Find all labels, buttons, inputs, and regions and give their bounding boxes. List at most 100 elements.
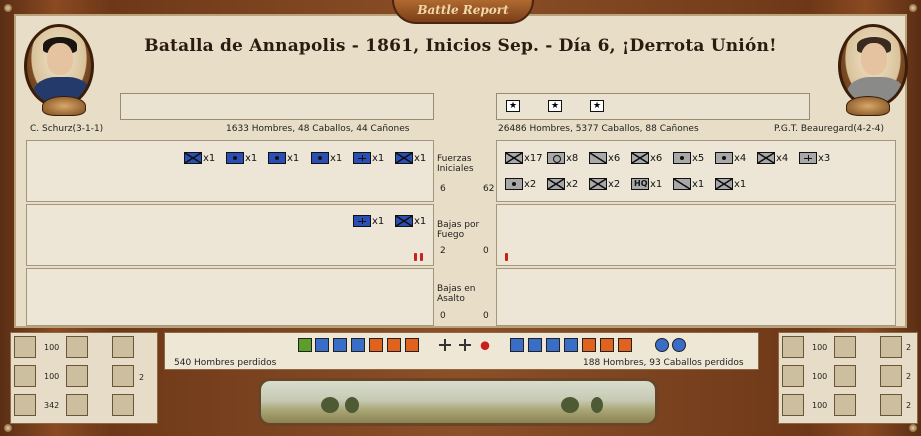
- cavalry-infantry-icon: [395, 215, 413, 227]
- union-fire-row: [26, 204, 434, 266]
- unit-counter[interactable]: x1: [226, 152, 257, 164]
- unit-counter[interactable]: x1: [715, 178, 746, 190]
- unit-counter[interactable]: x1: [184, 152, 215, 164]
- stat-value: 100: [812, 401, 828, 410]
- tactic-icon[interactable]: [582, 338, 596, 352]
- tree-icon: [591, 397, 603, 413]
- unit-count: x4: [734, 152, 747, 164]
- unit-counter[interactable]: x3: [799, 152, 830, 164]
- cavalry-icon: [673, 178, 691, 190]
- tactic-icon[interactable]: [333, 338, 347, 352]
- scale-icon: [458, 338, 472, 352]
- tactic-icon[interactable]: [510, 338, 524, 352]
- unit-counter[interactable]: x2: [547, 178, 578, 190]
- unit-portrait-icon[interactable]: [66, 336, 88, 358]
- dot-unit-icon: [673, 152, 691, 164]
- unit-counter[interactable]: x1: [673, 178, 704, 190]
- tactic-icon[interactable]: [528, 338, 542, 352]
- special-icon[interactable]: [655, 338, 669, 352]
- unit-counter[interactable]: x8: [547, 152, 578, 164]
- unit-portrait-icon[interactable]: [66, 394, 88, 416]
- unit-counter[interactable]: x5: [673, 152, 704, 164]
- unit-count: x2: [524, 178, 537, 190]
- unit-count: x1: [650, 178, 663, 190]
- unit-counter[interactable]: x6: [631, 152, 662, 164]
- confederate-initial-row: [496, 140, 896, 202]
- special-icon[interactable]: [672, 338, 686, 352]
- battlefield-landscape-image: [258, 378, 658, 426]
- infantry-icon: [715, 178, 733, 190]
- unit-counter[interactable]: x6: [589, 152, 620, 164]
- tactic-icon[interactable]: [600, 338, 614, 352]
- initial-union-value: 6: [440, 184, 446, 194]
- stat-value: 100: [44, 372, 60, 381]
- unit-counter[interactable]: x2: [505, 178, 536, 190]
- soldier-icon[interactable]: [880, 336, 902, 358]
- tactic-icon[interactable]: [315, 338, 329, 352]
- stat-value: 2: [906, 372, 912, 381]
- soldier-icon[interactable]: [112, 336, 134, 358]
- unit-counter[interactable]: x4: [757, 152, 788, 164]
- tactic-icon[interactable]: [298, 338, 312, 352]
- tactic-icon[interactable]: [405, 338, 419, 352]
- unit-counter[interactable]: x1: [268, 152, 299, 164]
- portrait-face: [861, 43, 887, 75]
- unit-portrait-icon[interactable]: [66, 365, 88, 387]
- leader-star-icon[interactable]: ★: [506, 100, 520, 112]
- soldier-icon[interactable]: [112, 394, 134, 416]
- stat-value: 2: [906, 401, 912, 410]
- ammo-supply-icon: [14, 394, 36, 416]
- unit-count: x1: [245, 152, 258, 164]
- soldier-icon[interactable]: [112, 365, 134, 387]
- unit-portrait-icon[interactable]: [834, 365, 856, 387]
- union-losses-text: 540 Hombres perdidos: [174, 358, 277, 368]
- dot-unit-icon: [268, 152, 286, 164]
- unit-counter[interactable]: x1: [353, 215, 384, 227]
- cavalry-icon: [589, 152, 607, 164]
- unit-counter[interactable]: x2: [589, 178, 620, 190]
- dot-unit-icon: [715, 152, 733, 164]
- tree-icon: [321, 397, 339, 413]
- stat-value: 2: [906, 343, 912, 352]
- tactic-icon[interactable]: [351, 338, 365, 352]
- tactic-icon[interactable]: [546, 338, 560, 352]
- unit-portrait-icon[interactable]: [834, 394, 856, 416]
- engineer-icon: [353, 215, 371, 227]
- heart-icon: [478, 338, 492, 352]
- unit-counter[interactable]: x1: [353, 152, 384, 164]
- ammo-supply-icon: [782, 365, 804, 387]
- infantry-icon: [757, 152, 775, 164]
- fire-losses-label: Bajas por Fuego: [437, 220, 480, 240]
- unit-count: x1: [414, 152, 427, 164]
- soldier-icon[interactable]: [880, 394, 902, 416]
- leader-star-icon[interactable]: ★: [548, 100, 562, 112]
- unit-counter[interactable]: x1: [311, 152, 342, 164]
- union-leaders-box: [120, 93, 434, 120]
- assault-confederate-value: 0: [483, 311, 489, 321]
- assault-losses-label: Bajas en Asalto: [437, 284, 476, 304]
- unit-count: x2: [566, 178, 579, 190]
- unit-portrait-icon[interactable]: [834, 336, 856, 358]
- scale-icon: [438, 338, 452, 352]
- infantry-icon: [631, 152, 649, 164]
- unit-counter[interactable]: x17: [505, 152, 543, 164]
- tactic-icon[interactable]: [564, 338, 578, 352]
- unit-count: x1: [330, 152, 343, 164]
- stat-value: 100: [44, 343, 60, 352]
- unit-counter[interactable]: x4: [715, 152, 746, 164]
- soldier-icon[interactable]: [880, 365, 902, 387]
- unit-counter[interactable]: x1: [631, 178, 662, 190]
- tactic-icon[interactable]: [369, 338, 383, 352]
- unit-counter[interactable]: x1: [395, 152, 426, 164]
- confederate-fire-row: [496, 204, 896, 266]
- cavalry-infantry-icon: [395, 152, 413, 164]
- ammo-supply-icon: [14, 336, 36, 358]
- unit-counter[interactable]: x1: [395, 215, 426, 227]
- tactic-icon[interactable]: [387, 338, 401, 352]
- tactic-icon[interactable]: [618, 338, 632, 352]
- unit-count: x1: [692, 178, 705, 190]
- leader-star-icon[interactable]: ★: [590, 100, 604, 112]
- infantry-icon: [547, 178, 565, 190]
- stat-value: 2: [139, 373, 145, 382]
- hq-icon: [631, 178, 649, 190]
